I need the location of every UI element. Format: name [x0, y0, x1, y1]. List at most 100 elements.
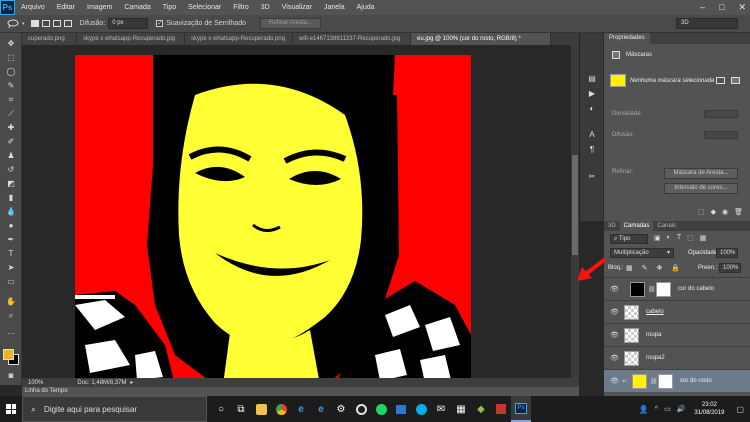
history-brush-tool-icon[interactable]: ↺ [4, 163, 18, 176]
notifications-icon[interactable]: ▢ [730, 405, 750, 414]
layer-name[interactable]: cabelo [646, 309, 664, 315]
dodge-tool-icon[interactable]: ● [4, 219, 18, 232]
zoom-tool-icon[interactable]: ⌕ [4, 309, 18, 322]
layer-name[interactable]: cor do rosto [680, 378, 712, 384]
healing-tool-icon[interactable]: ✚ [4, 121, 18, 134]
feather-field[interactable] [704, 131, 738, 139]
blur-tool-icon[interactable]: 💧 [4, 205, 18, 218]
volume-icon[interactable]: 🔊 [674, 405, 689, 413]
menu-janela[interactable]: Janela [318, 4, 351, 11]
selection-mode-icons[interactable] [30, 20, 72, 27]
layer-name[interactable]: roupa [646, 332, 661, 338]
filter-shape-icon[interactable]: ⬚ [687, 234, 694, 242]
taskbar-clock[interactable]: 23:02 31/08/2019 [688, 401, 730, 417]
menu-ajuda[interactable]: Ajuda [351, 4, 381, 11]
tab-document-2[interactable]: skype x whatsapp-Recuperado.jpg [77, 33, 185, 45]
lasso-tool-icon[interactable]: ◯ [4, 65, 18, 78]
lasso-tool-icon[interactable] [6, 19, 20, 29]
menu-camada[interactable]: Camada [118, 4, 156, 11]
tray-overflow-icon[interactable]: ^ [652, 406, 661, 413]
visibility-eye-icon[interactable]: 👁 [610, 354, 619, 362]
status-arrow-icon[interactable]: ▸ [130, 379, 133, 386]
store-icon[interactable] [391, 396, 411, 422]
tool-presets-icon[interactable]: ✂ [586, 171, 598, 182]
tab-3d[interactable]: 3D [604, 221, 620, 231]
lock-pixels-icon[interactable]: ✎ [642, 264, 648, 272]
tab-document-4[interactable]: wifi-e1467138811237-Recuperado.jpg [293, 33, 411, 45]
calendar-icon[interactable]: ▦ [451, 396, 471, 422]
add-vector-mask-icon[interactable] [731, 77, 740, 84]
android-icon[interactable]: ◆ [471, 396, 491, 422]
color-range-button[interactable]: Intervalo de cores... [664, 183, 738, 194]
delete-mask-icon[interactable]: 🗑 [734, 208, 743, 219]
opacity-input[interactable]: 100% [716, 248, 738, 258]
visibility-eye-icon[interactable]: 👁 [610, 285, 619, 293]
layer-row-selected[interactable]: 👁 ↵ ⛓ cor do rosto [604, 369, 750, 392]
density-field[interactable] [704, 110, 738, 118]
fill-input[interactable]: 100% [719, 263, 741, 273]
start-button[interactable] [0, 396, 22, 422]
eraser-tool-icon[interactable]: ◩ [4, 177, 18, 190]
color-panel-icon[interactable]: ◐ [586, 103, 598, 114]
menu-tipo[interactable]: Tipo [157, 4, 182, 11]
chrome-icon[interactable] [271, 396, 291, 422]
taskbar-search-box[interactable]: ⌕ Digite aqui para pesquisar [22, 396, 207, 422]
layer-name[interactable]: cor do cabelo [678, 286, 714, 292]
document-canvas[interactable] [75, 55, 471, 378]
refine-edge-button[interactable]: Refinar Aresta... [259, 18, 322, 29]
visibility-eye-icon[interactable]: 👁 [610, 308, 619, 316]
toggle-mask-icon[interactable]: ◉ [722, 208, 728, 219]
tab-layers[interactable]: Camadas [619, 221, 654, 231]
menu-arquivo[interactable]: Arquivo [15, 4, 51, 11]
character-panel-icon[interactable]: A [586, 129, 598, 140]
antialias-checkbox[interactable]: ✓ [156, 20, 164, 27]
maximize-button[interactable]: □ [719, 0, 724, 15]
visibility-eye-icon[interactable]: 👁 [610, 331, 619, 339]
layer-row[interactable]: 👁 cabelo [604, 300, 750, 323]
filter-type-icon[interactable]: T [677, 234, 681, 242]
layer-row[interactable]: 👁 roupa2 [604, 346, 750, 369]
lock-transparency-icon[interactable]: ▦ [626, 264, 633, 272]
layer-filter-select[interactable]: ⌕ Tipo [610, 234, 648, 244]
layer-row[interactable]: 👁 ⛓ cor do cabelo [604, 277, 750, 300]
close-button[interactable]: ✕ [738, 0, 746, 15]
actions-panel-icon[interactable]: ▶ [586, 88, 598, 99]
properties-tab[interactable]: Propriedades [604, 33, 650, 44]
minimize-button[interactable]: – [700, 0, 705, 15]
apply-mask-icon[interactable]: ◆ [711, 208, 716, 219]
file-explorer-icon[interactable] [251, 396, 271, 422]
task-view-icon[interactable]: ⧉ [231, 396, 251, 422]
type-tool-icon[interactable]: T [4, 247, 18, 260]
lock-all-icon[interactable]: 🔒 [671, 264, 680, 272]
tab-document-1[interactable]: cuperado.png [22, 33, 77, 45]
settings-icon[interactable]: ⚙ [331, 396, 351, 422]
edge-icon-2[interactable]: e [311, 396, 331, 422]
skype-icon[interactable] [411, 396, 431, 422]
photoshop-taskbar-icon[interactable]: Ps [511, 396, 531, 422]
quick-select-tool-icon[interactable]: ✎ [4, 79, 18, 92]
timeline-panel-tab[interactable]: Linha do Tempo [22, 387, 579, 396]
filter-adjustment-icon[interactable]: ◐ [667, 234, 671, 242]
cortana-icon[interactable]: ○ [211, 396, 231, 422]
more-tools-icon[interactable]: ··· [4, 327, 18, 340]
visibility-eye-icon[interactable]: 👁 [610, 377, 619, 385]
people-icon[interactable]: 👤 [636, 405, 652, 414]
tab-document-active[interactable]: eu.jpg @ 100% (cor do rosto, RGB/8) * [411, 33, 551, 45]
hand-tool-icon[interactable]: ✋ [4, 295, 18, 308]
layer-name[interactable]: roupa2 [646, 355, 665, 361]
filter-pixel-icon[interactable]: ▣ [654, 234, 661, 242]
marquee-tool-icon[interactable]: ⬚ [4, 51, 18, 64]
brush-tool-icon[interactable]: ✐ [4, 135, 18, 148]
network-icon[interactable]: ▭ [661, 405, 674, 413]
lock-position-icon[interactable]: ✥ [657, 264, 663, 272]
menu-visualizar[interactable]: Visualizar [276, 4, 318, 11]
foreground-color-swatch[interactable] [3, 349, 14, 360]
scrollbar-thumb[interactable] [572, 155, 578, 255]
shape-tool-icon[interactable]: ▭ [4, 275, 18, 288]
tab-document-3[interactable]: skype x whatsapp-Recuperado.png [185, 33, 293, 45]
paragraph-panel-icon[interactable]: ¶ [586, 144, 598, 155]
media-app-icon[interactable] [351, 396, 371, 422]
mail-icon[interactable]: ✉ [431, 396, 451, 422]
canvas-vertical-scrollbar[interactable] [571, 45, 579, 378]
selection-from-mask-icon[interactable]: ⬚ [698, 208, 705, 219]
